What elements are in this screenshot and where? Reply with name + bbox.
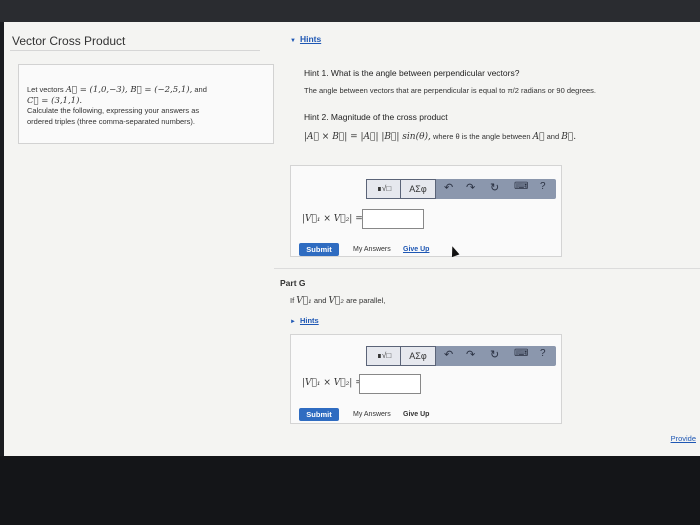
- reset-icon[interactable]: ↻: [490, 348, 499, 361]
- hint-2-title: Hint 2. Magnitude of the cross product: [304, 112, 448, 122]
- provide-feedback-link[interactable]: Provide: [671, 434, 696, 443]
- part-g-v1: V⃗₁: [296, 296, 312, 306]
- monitor-bezel-top: [0, 0, 700, 22]
- redo-icon[interactable]: ↷: [466, 348, 475, 361]
- part-g-prompt: If V⃗₁ and V⃗₂ are parallel,: [290, 296, 385, 306]
- problem-statement: Let vectors A⃗ = (1,0,−3), B⃗ = (−2,5,1)…: [18, 64, 274, 144]
- problem-vector-c: C⃗ = (3,1,1).: [27, 95, 83, 106]
- hints-toggle-label: Hints: [299, 34, 322, 44]
- submit-button-2[interactable]: Submit: [299, 408, 339, 421]
- give-up-link-1[interactable]: Give Up: [403, 246, 429, 253]
- hint-2-vector-a: A⃗: [532, 132, 545, 142]
- templates-button[interactable]: ∎√□: [366, 179, 402, 199]
- triangle-down-icon: ▼: [290, 38, 296, 44]
- templates-button[interactable]: ∎√□: [366, 346, 402, 366]
- part-g-heading: Part G: [280, 278, 306, 288]
- my-answers-link-1[interactable]: My Answers: [353, 246, 391, 253]
- part-g-and: and: [313, 296, 327, 305]
- problem-line-1: Let vectors A⃗ = (1,0,−3), B⃗ = (−2,5,1)…: [27, 85, 265, 96]
- answer-2-input[interactable]: [359, 374, 421, 394]
- hint-1-title: Hint 1. What is the angle between perpen…: [304, 68, 520, 78]
- keyboard-icon[interactable]: ⌨: [514, 181, 528, 192]
- give-up-link-2[interactable]: Give Up: [403, 411, 429, 418]
- answer-2-label: |V⃗₁ × V⃗₂| =: [302, 378, 363, 388]
- help-button[interactable]: ?: [540, 348, 546, 359]
- answer-1-label: |V⃗₁ × V⃗₂| =: [302, 214, 363, 224]
- monitor-bezel-bottom: [0, 456, 700, 525]
- hints-toggle[interactable]: ▼ Hints: [290, 34, 321, 44]
- hint-2-formula: |A⃗ × B⃗| = |A⃗| |B⃗| sin(θ),: [304, 132, 431, 142]
- triangle-right-icon: ►: [290, 319, 296, 325]
- help-button[interactable]: ?: [540, 181, 546, 192]
- problem-line-3: Calculate the following, expressing your…: [27, 106, 200, 115]
- submit-button-1[interactable]: Submit: [299, 243, 339, 256]
- part-g-hints-toggle[interactable]: ► Hints: [290, 316, 319, 325]
- problem-line1-prefix: Let vectors: [27, 85, 64, 94]
- page-title: Vector Cross Product: [12, 34, 126, 48]
- hint-2-mid: where θ is the angle between: [432, 132, 531, 141]
- part-g-if: If: [290, 296, 295, 305]
- greek-symbols-button[interactable]: ΑΣφ: [400, 179, 436, 199]
- undo-icon[interactable]: ↶: [444, 348, 453, 361]
- problem-line1-suffix: and: [194, 85, 207, 94]
- hint-1-body: The angle between vectors that are perpe…: [304, 86, 597, 95]
- part-g-v2: V⃗₂: [328, 296, 344, 306]
- section-divider: [274, 268, 700, 269]
- problem-vectors-ab: A⃗ = (1,0,−3), B⃗ = (−2,5,1),: [65, 85, 193, 95]
- math-toolbar-2: ∎√□ ΑΣφ ↶ ↷ ↻ ⌨ ?: [366, 346, 556, 366]
- undo-icon[interactable]: ↶: [444, 181, 453, 194]
- hint-2-and: and: [546, 132, 560, 141]
- math-toolbar-1: ∎√□ ΑΣφ ↶ ↷ ↻ ⌨ ?: [366, 179, 556, 199]
- keyboard-icon[interactable]: ⌨: [514, 348, 528, 359]
- problem-line-4: ordered triples (three comma-separated n…: [27, 116, 195, 126]
- my-answers-link-2[interactable]: My Answers: [353, 411, 391, 418]
- reset-icon[interactable]: ↻: [490, 181, 499, 194]
- browser-screen: Vector Cross Product Let vectors A⃗ = (1…: [4, 22, 700, 456]
- part-g-rest: are parallel,: [346, 296, 386, 305]
- greek-symbols-button[interactable]: ΑΣφ: [400, 346, 436, 366]
- answer-1-input[interactable]: [362, 209, 424, 229]
- part-g-hints-label: Hints: [299, 316, 319, 325]
- hint-2-body: |A⃗ × B⃗| = |A⃗| |B⃗| sin(θ), where θ is…: [304, 132, 576, 142]
- redo-icon[interactable]: ↷: [466, 181, 475, 194]
- hint-2-vector-b: B⃗.: [561, 132, 577, 142]
